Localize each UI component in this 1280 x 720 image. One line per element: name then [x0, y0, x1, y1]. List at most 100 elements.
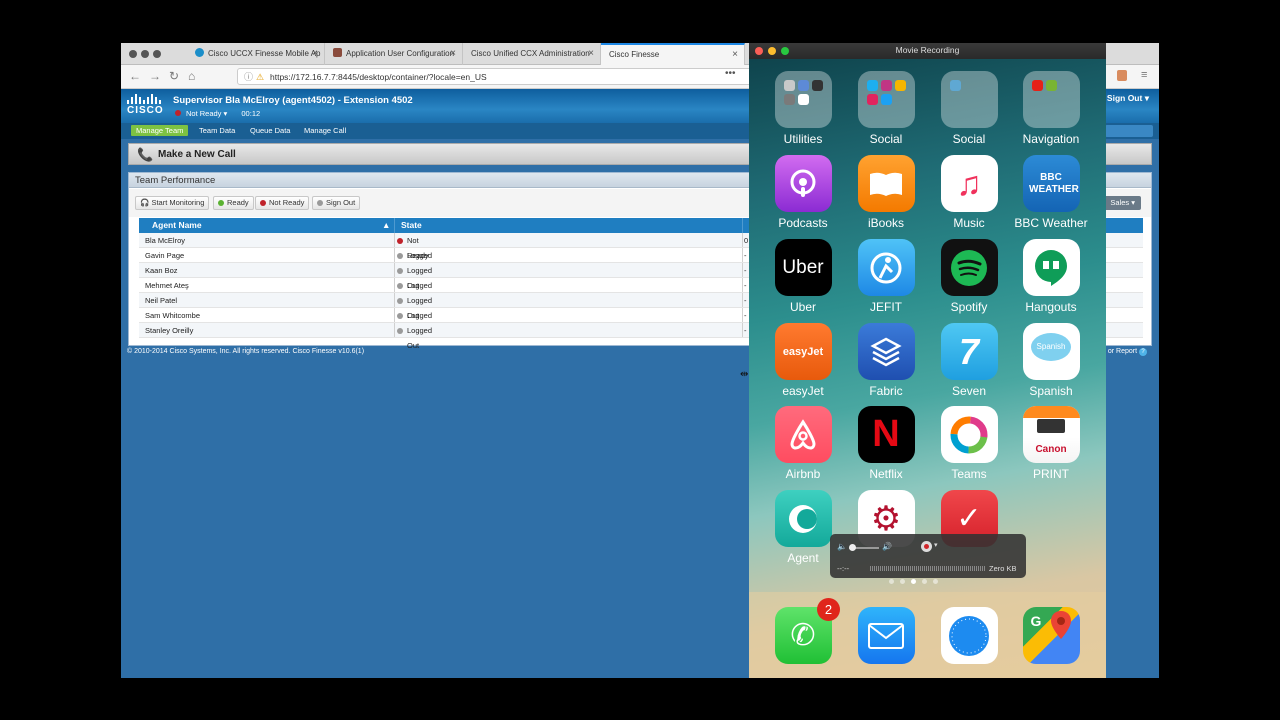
volume-high-icon: 🔊 [882, 542, 892, 551]
tab-queue-data[interactable]: Queue Data [245, 125, 295, 136]
hangouts-icon [1022, 239, 1080, 296]
make-call-label: Make a New Call [158, 149, 236, 160]
ready-button[interactable]: Ready [213, 196, 254, 210]
info-icon: ⓘ [244, 72, 254, 82]
fabric-icon [857, 323, 915, 380]
lock-warning-icon: ⚠ [256, 72, 265, 82]
jefit-app[interactable]: JEFIT [847, 239, 925, 314]
page-indicator [889, 579, 938, 584]
google-maps-icon: G [1022, 607, 1080, 664]
agent-status-dropdown[interactable]: Not Ready ▾ 00:12 [175, 109, 260, 118]
phone-handset-icon: 📞 [137, 147, 154, 162]
tab-finesse-mobile[interactable]: Cisco UCCX Finesse Mobile Ap × [187, 43, 325, 65]
tab-close-icon[interactable]: × [450, 43, 456, 65]
status-timer: 00:12 [241, 109, 261, 118]
cisco-favicon-icon [195, 48, 204, 57]
window-close-dot[interactable] [129, 50, 137, 58]
logged-out-dot-icon [397, 252, 403, 259]
teams-icon [940, 406, 998, 463]
sign-out-button[interactable]: Sign Out [312, 196, 361, 210]
menu-icon[interactable]: ≡ [1141, 69, 1147, 81]
social-folder-2[interactable]: Social [930, 71, 1008, 146]
uber-icon: Uber [774, 239, 832, 296]
help-icon: ? [1139, 348, 1147, 356]
record-button[interactable] [921, 541, 932, 552]
cisco-bars-icon [127, 94, 167, 104]
jefit-icon [857, 239, 915, 296]
chevron-down-icon: ▾ [1131, 198, 1135, 207]
bbc-weather-app[interactable]: BBC WEATHER BBC Weather [1012, 155, 1090, 230]
ibooks-app[interactable]: iBooks [847, 155, 925, 230]
extension-icon[interactable] [1117, 70, 1127, 81]
safari-app[interactable] [930, 607, 1008, 664]
social-folder[interactable]: Social [847, 71, 925, 146]
recording-controls: 🔈 🔊 ▾ --:-- Zero KB [830, 534, 1026, 578]
tab-manage-call[interactable]: Manage Call [299, 125, 351, 136]
tab-application-user[interactable]: Application User Configuration × [325, 43, 463, 65]
tab-uccx-admin[interactable]: Cisco Unified CCX Administration × [463, 43, 601, 65]
chevron-down-icon: ▾ [223, 109, 228, 118]
social-folder-icon [857, 71, 915, 128]
recording-size: Zero KB [989, 564, 1017, 573]
supervisor-title: Supervisor Bla McElroy (agent4502) - Ext… [173, 95, 413, 106]
chevron-down-icon[interactable]: ▾ [934, 541, 938, 549]
headset-icon: 🎧 [140, 198, 150, 207]
not-ready-button[interactable]: Not Ready [255, 196, 310, 210]
navigation-folder-icon [1022, 71, 1080, 128]
uber-app[interactable]: Uber Uber [764, 239, 842, 314]
navigation-folder[interactable]: Navigation [1012, 71, 1090, 146]
cisco-logo: CISCO [127, 94, 167, 116]
teams-app[interactable]: Teams [930, 406, 1008, 481]
state-header[interactable]: State [401, 218, 422, 233]
tab-cisco-finesse[interactable]: Cisco Finesse × [601, 43, 745, 65]
volume-knob[interactable] [849, 544, 856, 551]
address-input[interactable]: ⓘ ⚠ https://172.16.7.7:8445/desktop/cont… [237, 68, 757, 85]
reload-icon[interactable]: ↻ [169, 69, 179, 83]
page-actions-icon[interactable]: ••• [725, 68, 736, 79]
chevron-down-icon: ▾ [1144, 93, 1149, 103]
recorder-title: Movie Recording [895, 45, 960, 55]
agent-name-header[interactable]: Agent Name [152, 218, 202, 233]
tab-team-data[interactable]: Team Data [194, 125, 240, 136]
netflix-app[interactable]: N Netflix [847, 406, 925, 481]
safari-icon [940, 607, 998, 664]
fabric-app[interactable]: Fabric [847, 323, 925, 398]
spanish-app[interactable]: Spanish Spanish [1012, 323, 1090, 398]
sign-out-menu[interactable]: Sign Out ▾ [1107, 93, 1149, 104]
tab-close-icon[interactable]: × [732, 45, 738, 65]
back-arrow-icon[interactable]: ← [129, 69, 141, 83]
music-icon: ♫ [940, 155, 998, 212]
mail-icon [857, 607, 915, 664]
logged-out-dot-icon [397, 267, 403, 274]
podcasts-icon [774, 155, 832, 212]
logged-out-dot-icon [397, 327, 403, 334]
google-maps-app[interactable]: G [1012, 607, 1090, 664]
utilities-folder[interactable]: Utilities [764, 71, 842, 146]
music-app[interactable]: ♫ Music [930, 155, 1008, 230]
team-select[interactable]: Sales ▾ [1104, 196, 1141, 210]
spanish-icon: Spanish [1022, 323, 1080, 380]
sort-asc-icon[interactable]: ▲ [382, 218, 390, 233]
bbc-weather-icon: BBC WEATHER [1022, 155, 1080, 212]
tab-close-icon[interactable]: × [588, 43, 594, 65]
tab-manage-team[interactable]: Manage Team [131, 125, 189, 136]
window-zoom-dot[interactable] [153, 50, 161, 58]
mail-app[interactable] [847, 607, 925, 664]
forward-arrow-icon[interactable]: → [149, 69, 161, 83]
logged-out-dot-icon [397, 312, 403, 319]
report-link[interactable]: or Report ? [1108, 348, 1147, 356]
window-minimize-dot[interactable] [141, 50, 149, 58]
easyjet-app[interactable]: easyJet easyJet [764, 323, 842, 398]
not-ready-dot-icon [260, 199, 266, 206]
hangouts-app[interactable]: Hangouts [1012, 239, 1090, 314]
podcasts-app[interactable]: Podcasts [764, 155, 842, 230]
airbnb-app[interactable]: Airbnb [764, 406, 842, 481]
canon-print-app[interactable]: Canon PRINT [1012, 406, 1090, 481]
seven-app[interactable]: 7 Seven [930, 323, 1008, 398]
start-monitoring-button[interactable]: 🎧 Start Monitoring [135, 196, 210, 210]
spotify-app[interactable]: Spotify [930, 239, 1008, 314]
resize-cursor-icon: ⇹ [740, 369, 749, 380]
spotify-icon [940, 239, 998, 296]
home-icon[interactable]: ⌂ [188, 69, 195, 83]
tab-close-icon[interactable]: × [312, 43, 318, 65]
